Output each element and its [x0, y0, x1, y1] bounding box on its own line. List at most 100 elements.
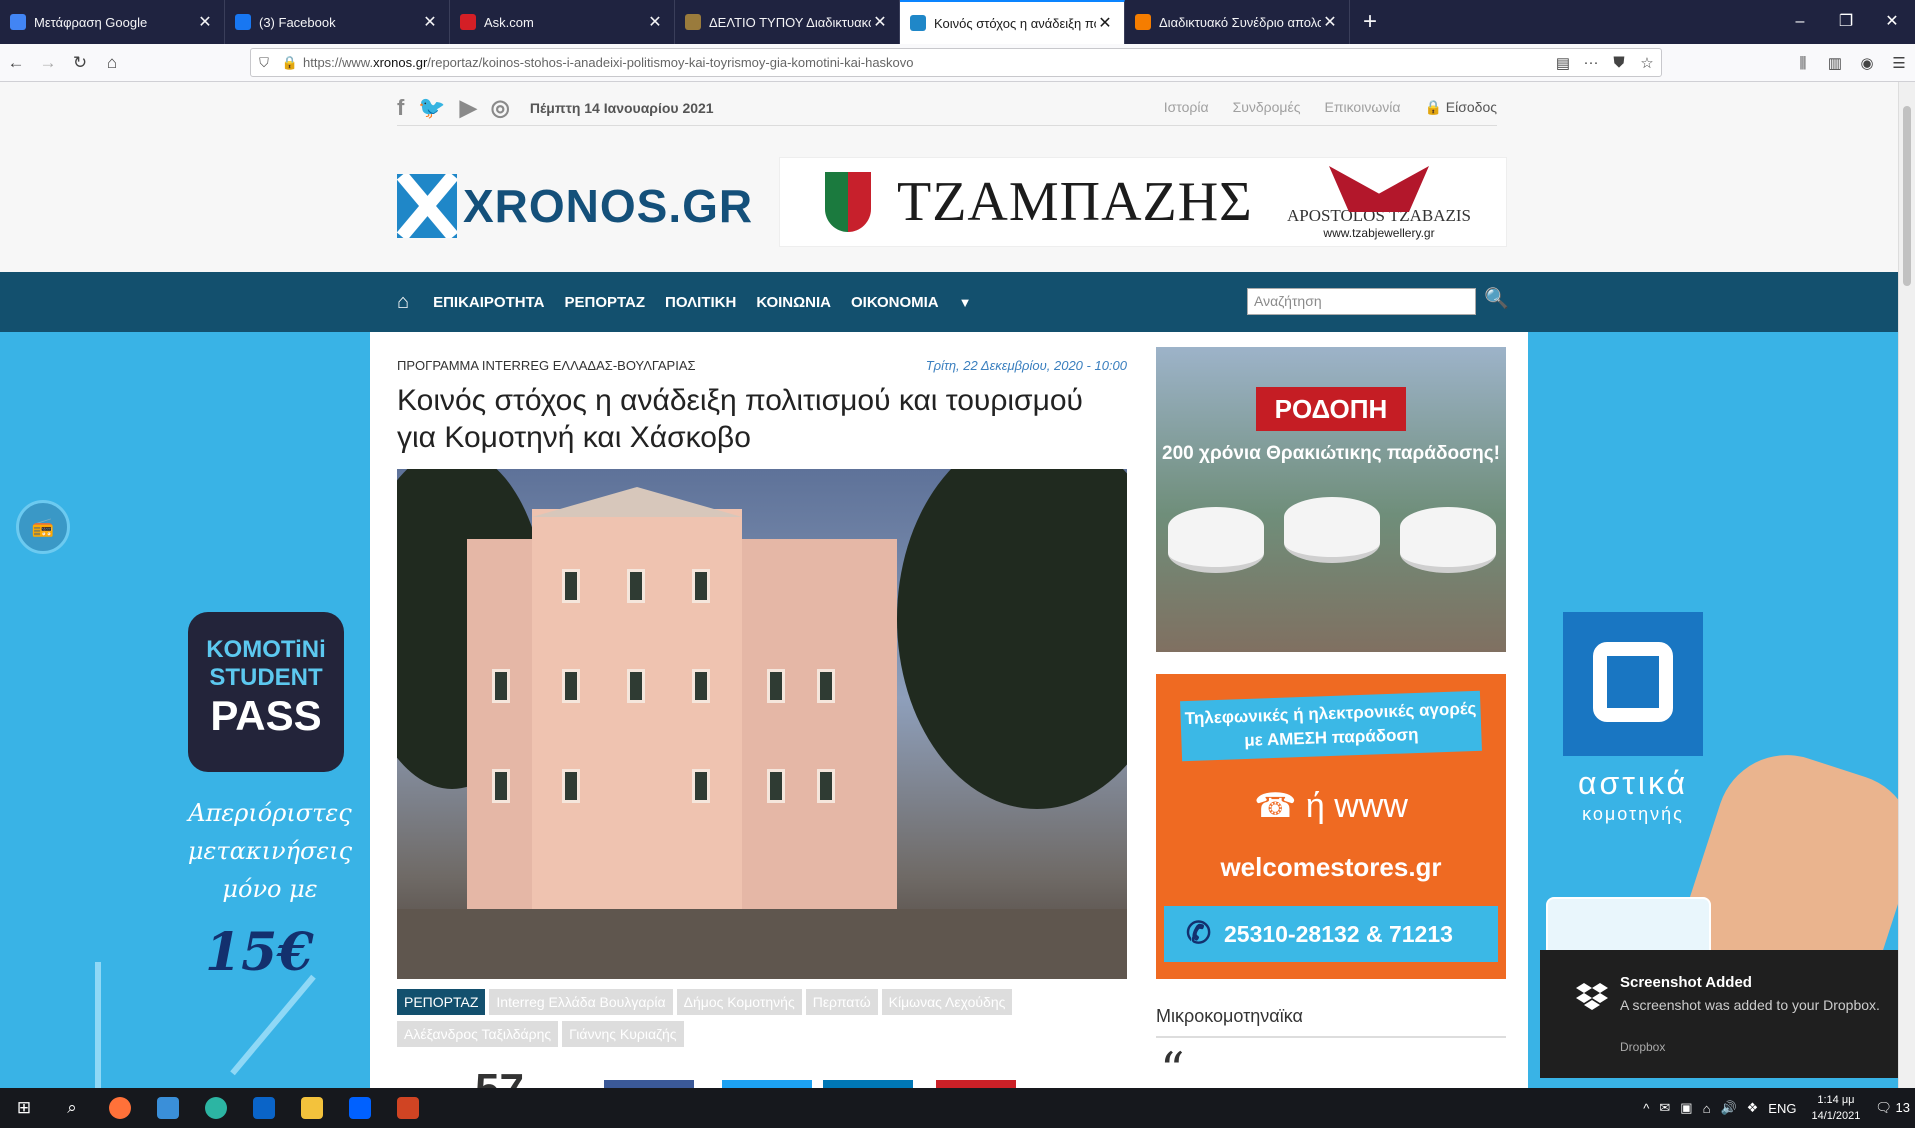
twitter-icon[interactable]: 🐦	[418, 95, 445, 121]
page-actions-icon[interactable]: ···	[1577, 54, 1605, 71]
web-page: f 🐦 ▶ ◎ Πέμπτη 14 Ιανουαρίου 2021 Ιστορί…	[0, 82, 1915, 1088]
welcomestores-ad[interactable]: Τηλεφωνικές ή ηλεκτρονικές αγορές με ΑΜΕΣ…	[1156, 674, 1506, 979]
close-tab-icon[interactable]: ✕	[646, 12, 664, 32]
page-scrollbar[interactable]	[1898, 82, 1915, 1088]
top-link[interactable]: Επικοινωνία	[1325, 99, 1401, 116]
article-tag[interactable]: Περπατώ	[805, 989, 878, 1015]
search-icon[interactable]: ⌕	[48, 1088, 96, 1128]
article-tag[interactable]: Γιάννης Κυριαζής	[562, 1021, 684, 1047]
notification-center-icon[interactable]: 🗨 13	[1870, 1100, 1915, 1116]
decorative-line	[95, 962, 101, 1088]
article-tag[interactable]: Κίμωνας Λεχούδης	[881, 989, 1013, 1015]
reader-view-icon[interactable]: ▤	[1549, 54, 1577, 72]
browser-tab[interactable]: Μετάφραση Google ✕	[0, 0, 225, 44]
language-indicator[interactable]: ENG	[1763, 1101, 1801, 1116]
facebook-share-button[interactable]	[604, 1080, 694, 1088]
article-tag[interactable]: Δήμος Κομοτηνής	[676, 989, 802, 1015]
window-controls: – ❐ ✕	[1777, 0, 1915, 44]
pocket-icon[interactable]: ⛊	[1605, 54, 1633, 71]
home-icon[interactable]: ⌂	[397, 291, 409, 314]
article-category: ΠΡΟΓΡΑΜΜΑ INTERREG ΕΛΛΑΔΑΣ-ΒΟΥΛΓΑΡΙΑΣ	[397, 358, 696, 373]
twitter-share-button[interactable]	[722, 1080, 812, 1088]
close-window-icon[interactable]: ✕	[1869, 0, 1915, 44]
chevron-down-icon[interactable]: ▼	[959, 295, 972, 310]
menu-item[interactable]: ΠΟΛΙΤΙΚΗ	[665, 294, 736, 311]
menu-icon[interactable]: ☰	[1883, 54, 1915, 72]
home-icon[interactable]: ⌂	[96, 48, 128, 78]
account-icon[interactable]: ◉	[1851, 54, 1883, 72]
youtube-icon[interactable]: ▶	[460, 95, 477, 121]
notification-toast[interactable]: Screenshot Added A screenshot was added …	[1540, 950, 1898, 1078]
tab-title: Διαδικτυακό Συνέδριο απολογ	[1159, 14, 1321, 30]
browser-tab[interactable]: (3) Facebook ✕	[225, 0, 450, 44]
system-tray: ^ ✉ ▣ ⌂ 🔊 ❖ ENG 1:14 μμ 14/1/2021 🗨 13	[1638, 1088, 1915, 1128]
edge-icon[interactable]	[192, 1088, 240, 1128]
close-tab-icon[interactable]: ✕	[871, 12, 889, 32]
menu-item[interactable]: ΡΕΠΟΡΤΑΖ	[564, 294, 645, 311]
astika-logo	[1563, 612, 1703, 756]
network-icon[interactable]: ⌂	[1698, 1101, 1716, 1116]
url-text[interactable]: https://www.xronos.gr/reportaz/koinos-st…	[303, 55, 1549, 70]
file-explorer-icon[interactable]	[288, 1088, 336, 1128]
pinterest-share-button[interactable]	[936, 1080, 1016, 1088]
close-tab-icon[interactable]: ✕	[196, 12, 214, 32]
lock-icon: 🔒	[1424, 99, 1442, 115]
sidebar-section-title[interactable]: Μικροκομοτηναϊκα	[1156, 1006, 1506, 1038]
forward-icon[interactable]: →	[32, 48, 64, 78]
crest-icon	[825, 172, 871, 232]
device-icon[interactable]: ▣	[1675, 1100, 1697, 1116]
xronos-icon	[910, 15, 926, 31]
new-tab-button[interactable]: +	[1350, 0, 1390, 44]
firefox-icon[interactable]	[96, 1088, 144, 1128]
back-icon[interactable]: ←	[0, 48, 32, 78]
article-tag[interactable]: Αλέξανδρος Ταξιλδάρης	[397, 1021, 559, 1047]
reload-icon[interactable]: ↻	[64, 48, 96, 78]
instagram-icon[interactable]: ◎	[491, 95, 510, 121]
article-date: Τρίτη, 22 Δεκεμβρίου, 2020 - 10:00	[925, 358, 1127, 373]
menu-item[interactable]: ΟΙΚΟΝΟΜΙΑ	[851, 294, 939, 311]
search-icon[interactable]: 🔍	[1484, 286, 1509, 311]
restore-icon[interactable]: ❐	[1823, 0, 1869, 44]
start-icon[interactable]: ⊞	[0, 1088, 48, 1128]
close-tab-icon[interactable]: ✕	[421, 12, 439, 32]
dropbox-icon[interactable]	[336, 1088, 384, 1128]
minimize-icon[interactable]: –	[1777, 0, 1823, 44]
top-link[interactable]: Συνδρομές	[1233, 99, 1301, 116]
student-pass-logo: KOMOTiNi STUDENT PASS	[188, 612, 344, 772]
menu-item[interactable]: ΕΠΙΚΑΙΡΟΤΗΤΑ	[433, 294, 544, 311]
article-tag[interactable]: Interreg Ελλάδα Βουλγαρία	[489, 989, 673, 1015]
close-tab-icon[interactable]: ✕	[1321, 12, 1339, 32]
site-logo[interactable]: XRONOS.GR	[397, 174, 753, 238]
browser-tab[interactable]: Κοινός στόχος η ανάδειξη πολ ✕	[900, 0, 1125, 44]
bookmark-star-icon[interactable]: ☆	[1633, 54, 1661, 72]
browser-tab[interactable]: ΔΕΛΤΙΟ ΤΥΠΟΥ Διαδικτυακό Σ ✕	[675, 0, 900, 44]
article-photo[interactable]	[397, 469, 1127, 979]
dropbox-tray-icon[interactable]: ❖	[1742, 1100, 1764, 1116]
browser-tab[interactable]: Ask.com ✕	[450, 0, 675, 44]
lock-icon[interactable]: 🔒	[277, 55, 303, 71]
radio-icon[interactable]: 📻	[16, 500, 70, 554]
address-bar[interactable]: ⛉ 🔒 https://www.xronos.gr/reportaz/koino…	[250, 48, 1662, 77]
network-app-icon[interactable]	[144, 1088, 192, 1128]
rodopi-ad[interactable]: ΡΟΔΟΠΗ 200 χρόνια Θρακιώτικης παράδοσης!	[1156, 347, 1506, 652]
close-tab-icon[interactable]: ✕	[1096, 13, 1114, 33]
login-link[interactable]: 🔒 Είσοδος	[1424, 99, 1497, 116]
powerpoint-icon[interactable]	[384, 1088, 432, 1128]
library-icon[interactable]: ⫼	[1787, 55, 1819, 72]
sidebar-icon[interactable]: ▥	[1819, 54, 1851, 72]
top-link[interactable]: Ιστορία	[1164, 99, 1209, 116]
top-banner-ad[interactable]: ΤΖΑΜΠΑΖΗΣ APOSTOLOS TZABAZIS www.tzabjew…	[779, 157, 1507, 247]
volume-icon[interactable]: 🔊	[1715, 1100, 1741, 1116]
facebook-icon[interactable]: f	[397, 95, 404, 121]
tracking-shield-icon[interactable]: ⛉	[251, 55, 277, 71]
search-input[interactable]: Αναζήτηση	[1247, 288, 1476, 315]
browser-tab[interactable]: Διαδικτυακό Συνέδριο απολογ ✕	[1125, 0, 1350, 44]
outlook-icon[interactable]	[240, 1088, 288, 1128]
menu-item[interactable]: ΚΟΙΝΩΝΙΑ	[756, 294, 831, 311]
mail-icon[interactable]: ✉	[1654, 1100, 1675, 1116]
chevron-up-icon[interactable]: ^	[1638, 1101, 1654, 1116]
linkedin-share-button[interactable]	[823, 1080, 913, 1088]
article-tag[interactable]: ΡΕΠΟΡΤΑΖ	[397, 989, 486, 1015]
clock[interactable]: 1:14 μμ 14/1/2021	[1801, 1092, 1870, 1124]
current-date: Πέμπτη 14 Ιανουαρίου 2021	[529, 99, 714, 116]
